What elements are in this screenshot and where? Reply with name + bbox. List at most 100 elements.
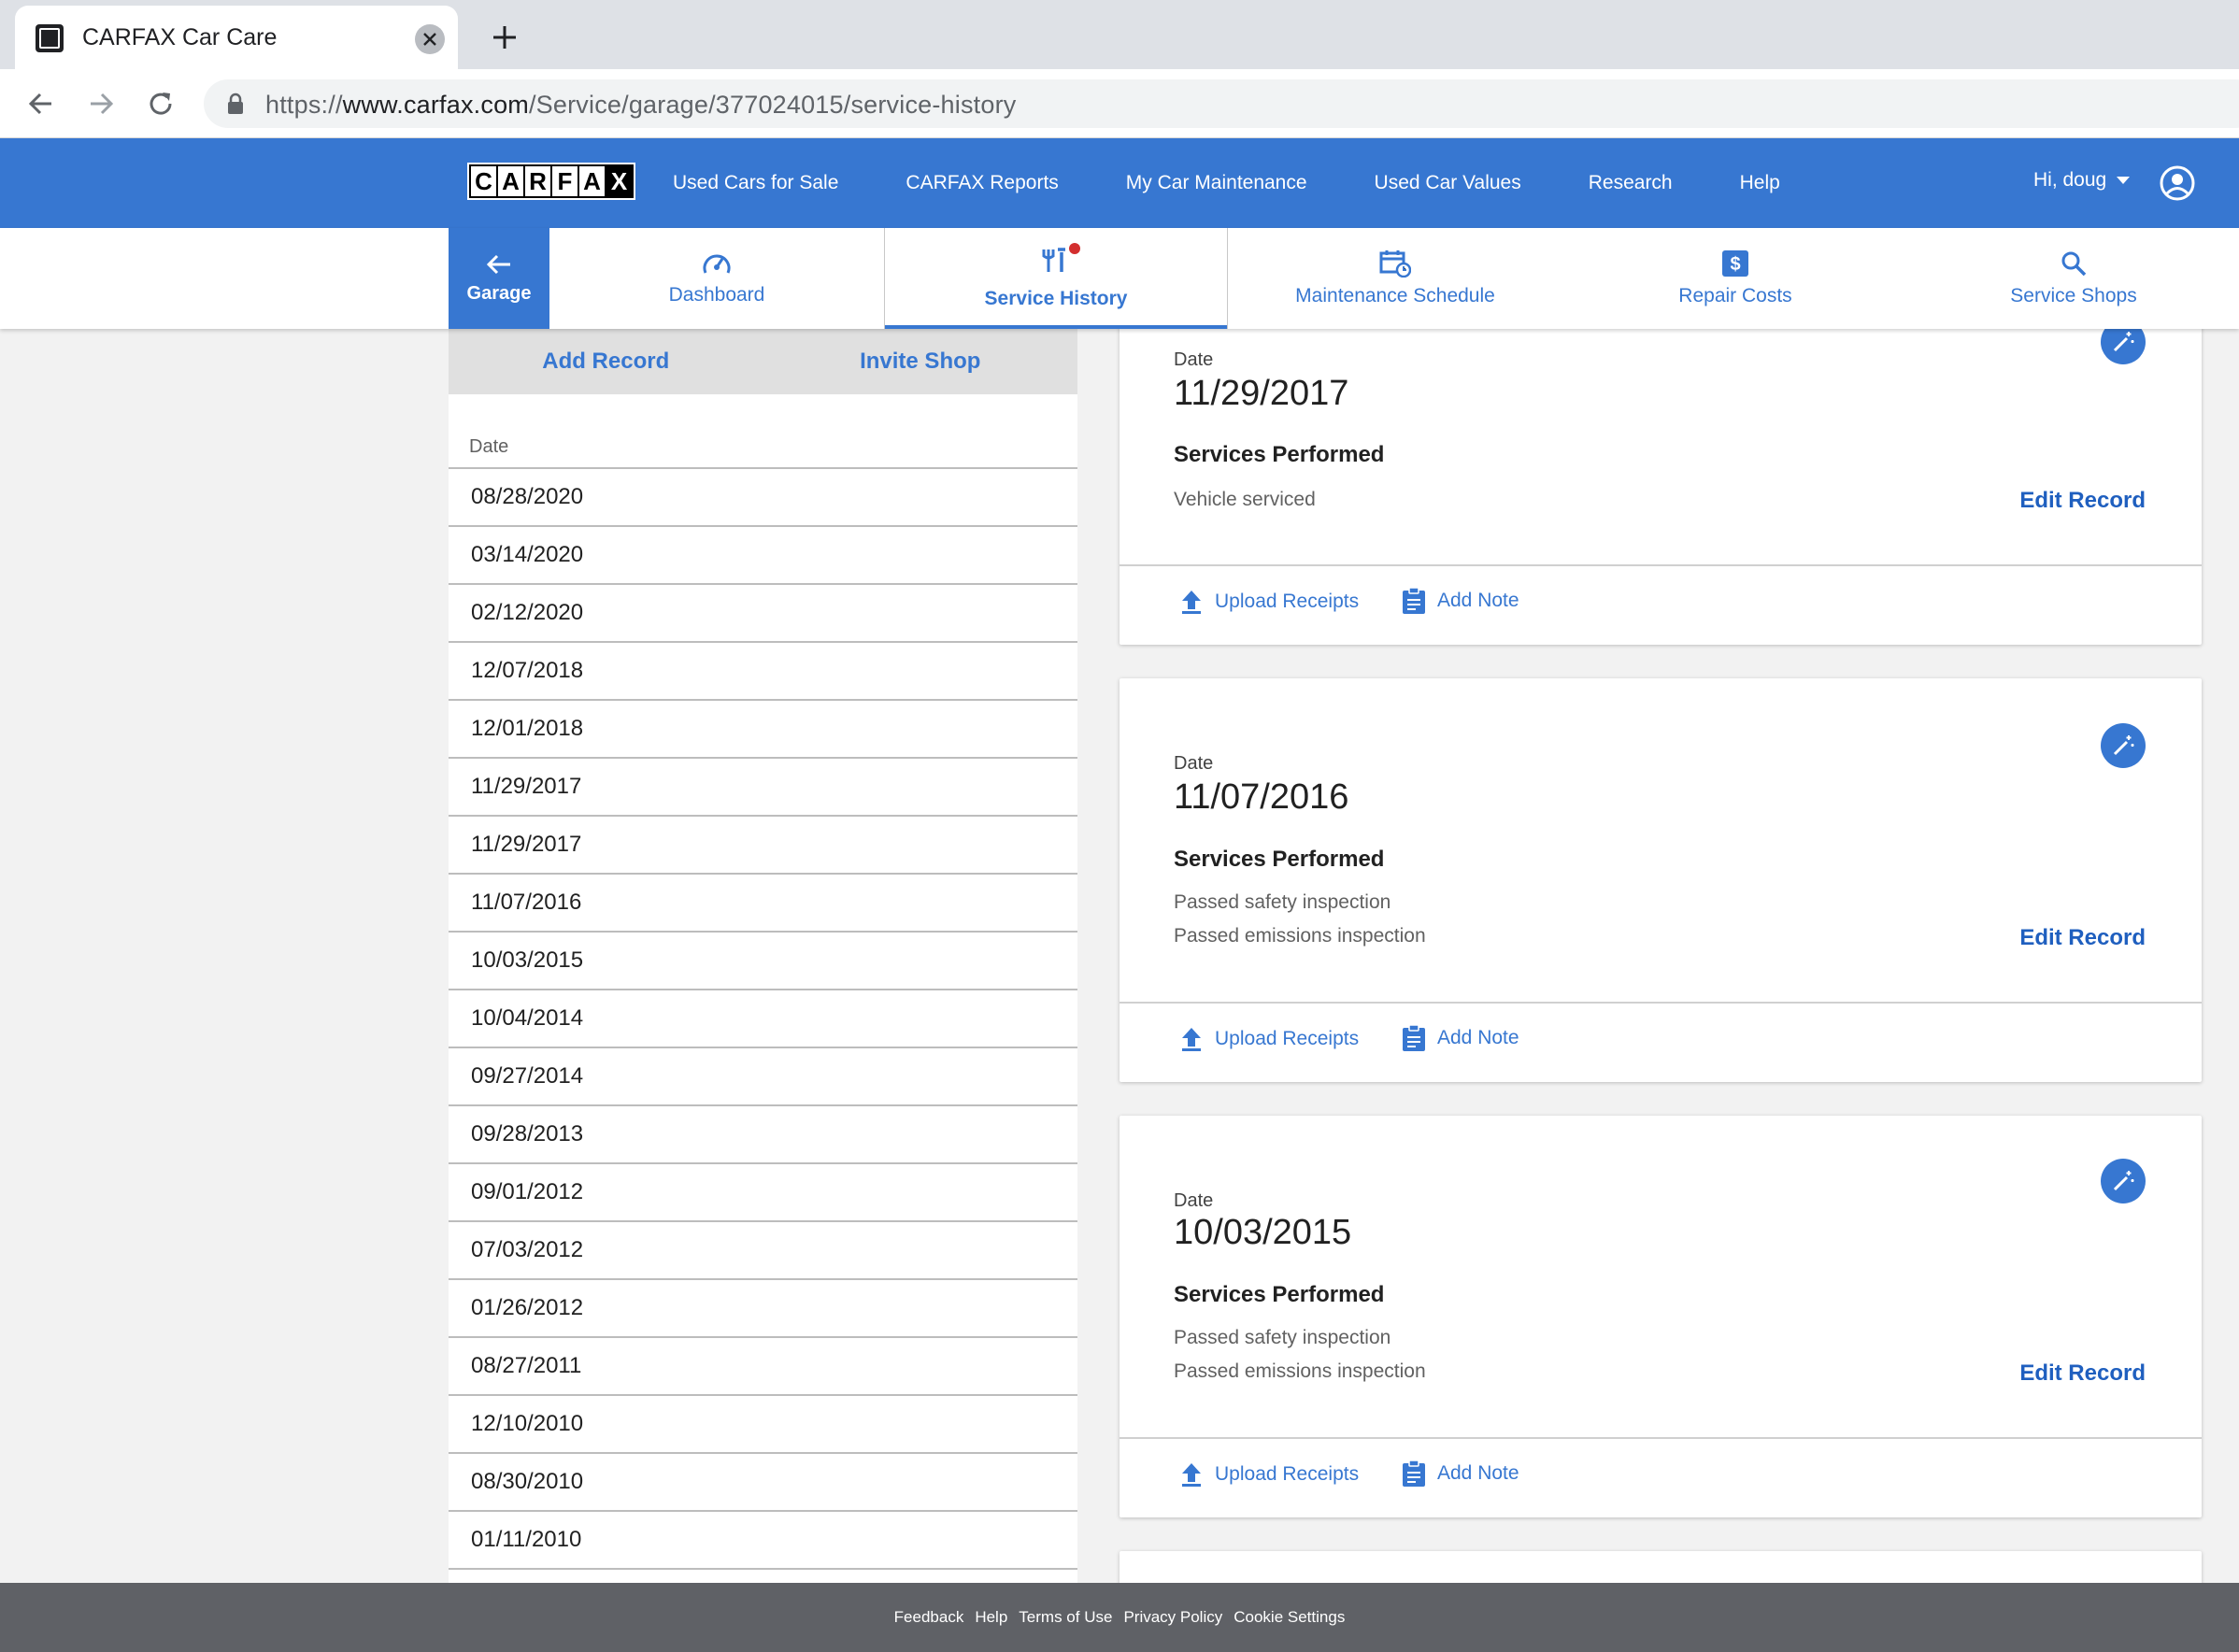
record-date: 10/03/2015 xyxy=(1174,1213,1352,1252)
edit-record-link[interactable]: Edit Record xyxy=(2019,925,2146,951)
browser-tab[interactable]: CARFAX Car Care xyxy=(15,6,458,69)
garage-back-button[interactable]: Garage xyxy=(449,228,549,329)
nav-help[interactable]: Help xyxy=(1740,172,1780,194)
upload-icon xyxy=(1182,591,1201,614)
user-menu[interactable]: Hi, doug xyxy=(2033,169,2131,192)
tab-repair-costs[interactable]: $ Repair Costs xyxy=(1562,228,1908,329)
clipboard-icon xyxy=(1403,1024,1425,1051)
main-nav: Used Cars for Sale CARFAX Reports My Car… xyxy=(673,138,1847,228)
service-record-card: Date 11/29/2017 Services Performed Vehic… xyxy=(1120,280,2202,645)
upload-receipts-button[interactable]: Upload Receipts xyxy=(1179,589,1359,615)
reload-icon[interactable] xyxy=(142,85,179,122)
carfax-logo[interactable]: CARFAX xyxy=(467,163,635,200)
tab-service-history[interactable]: Service History xyxy=(884,228,1228,329)
browser-tab-bar: CARFAX Car Care xyxy=(0,0,2239,69)
date-row[interactable]: 12/07/2018 xyxy=(449,643,1077,701)
speedometer-icon xyxy=(703,254,731,274)
nav-my-car-maintenance[interactable]: My Car Maintenance xyxy=(1126,172,1307,194)
upload-icon xyxy=(1182,1463,1201,1487)
date-row[interactable]: 02/12/2020 xyxy=(449,585,1077,643)
add-note-button[interactable]: Add Note xyxy=(1402,587,1519,615)
date-row[interactable]: 01/26/2012 xyxy=(449,1280,1077,1338)
edit-record-link[interactable]: Edit Record xyxy=(2019,1360,2146,1387)
svg-text:$: $ xyxy=(1730,254,1740,275)
service-item: Vehicle serviced xyxy=(1174,489,1316,510)
date-row[interactable]: 08/27/2011 xyxy=(449,1338,1077,1396)
date-row[interactable]: 03/14/2020 xyxy=(449,527,1077,585)
caret-down-icon xyxy=(2117,177,2131,184)
service-date-list: Add Record Invite Shop Date 08/28/2020 0… xyxy=(449,329,1077,1583)
nav-used-cars[interactable]: Used Cars for Sale xyxy=(673,172,838,194)
service-record-card: Date 10/03/2015 Services Performed Passe… xyxy=(1120,1116,2202,1517)
date-row[interactable]: 08/28/2020 xyxy=(449,469,1077,527)
footer-help-link[interactable]: Help xyxy=(975,1608,1007,1627)
date-row[interactable]: 09/01/2012 xyxy=(449,1164,1077,1222)
upload-icon xyxy=(1182,1028,1201,1051)
date-row[interactable] xyxy=(449,1570,1077,1583)
user-avatar-icon[interactable] xyxy=(2159,164,2196,202)
garage-label: Garage xyxy=(466,282,532,304)
forward-arrow-icon[interactable] xyxy=(82,85,120,122)
record-date: 11/07/2016 xyxy=(1174,777,1349,817)
edit-record-link[interactable]: Edit Record xyxy=(2019,488,2146,514)
back-arrow-icon[interactable] xyxy=(22,85,60,122)
list-actions: Add Record Invite Shop xyxy=(449,329,1077,394)
date-column-header: Date xyxy=(449,394,1077,469)
date-row[interactable]: 09/28/2013 xyxy=(449,1106,1077,1164)
date-row[interactable]: 10/03/2015 xyxy=(449,933,1077,990)
footer-privacy-link[interactable]: Privacy Policy xyxy=(1123,1608,1222,1627)
service-record-card: Date 11/07/2016 Services Performed Passe… xyxy=(1120,678,2202,1082)
service-item: Passed safety inspection xyxy=(1174,891,1391,913)
service-item: Passed emissions inspection xyxy=(1174,925,1426,947)
date-row[interactable]: 11/29/2017 xyxy=(449,817,1077,875)
date-label: Date xyxy=(1174,753,1214,774)
date-row[interactable]: 11/29/2017 xyxy=(449,759,1077,817)
card-actions: Upload Receipts Add Note xyxy=(1120,1002,2202,1082)
nav-used-car-values[interactable]: Used Car Values xyxy=(1375,172,1521,194)
footer-cookie-settings-link[interactable]: Cookie Settings xyxy=(1234,1608,1345,1627)
carfax-favicon-icon xyxy=(36,24,64,52)
notification-dot xyxy=(1069,243,1080,254)
services-performed-title: Services Performed xyxy=(1174,442,1385,467)
nav-research[interactable]: Research xyxy=(1589,172,1673,194)
new-tab-plus-icon[interactable] xyxy=(486,19,523,56)
tab-maintenance-schedule[interactable]: Maintenance Schedule xyxy=(1228,228,1562,329)
services-performed-title: Services Performed xyxy=(1174,847,1385,872)
tab-dashboard[interactable]: Dashboard xyxy=(549,228,884,329)
add-note-button[interactable]: Add Note xyxy=(1402,1024,1519,1052)
card-actions: Upload Receipts Add Note xyxy=(1120,1437,2202,1517)
date-row[interactable]: 07/03/2012 xyxy=(449,1222,1077,1280)
date-row[interactable]: 09/27/2014 xyxy=(449,1048,1077,1106)
date-label: Date xyxy=(1174,1190,1214,1211)
upload-receipts-button[interactable]: Upload Receipts xyxy=(1179,1026,1359,1052)
date-row[interactable]: 12/10/2010 xyxy=(449,1396,1077,1454)
back-arrow-icon xyxy=(486,254,510,274)
close-tab-icon[interactable] xyxy=(415,24,445,54)
address-bar[interactable]: https://www.carfax.com/Service/garage/37… xyxy=(204,79,2239,128)
vehicle-subnav: Garage Dashboard Service History Mainten… xyxy=(0,228,2239,329)
clipboard-icon xyxy=(1403,1460,1425,1487)
date-row[interactable]: 11/07/2016 xyxy=(449,875,1077,933)
services-performed-title: Services Performed xyxy=(1174,1282,1385,1307)
date-row[interactable]: 10/04/2014 xyxy=(449,990,1077,1048)
browser-toolbar: https://www.carfax.com/Service/garage/37… xyxy=(0,69,2239,138)
date-row[interactable]: 01/11/2010 xyxy=(449,1512,1077,1570)
add-record-button[interactable]: Add Record xyxy=(449,329,763,394)
magic-wand-icon[interactable] xyxy=(2101,723,2146,768)
tools-icon xyxy=(1042,248,1065,272)
dollar-icon: $ xyxy=(1722,250,1748,277)
footer-feedback-link[interactable]: Feedback xyxy=(894,1608,964,1627)
tab-title: CARFAX Car Care xyxy=(82,24,278,50)
nav-carfax-reports[interactable]: CARFAX Reports xyxy=(906,172,1058,194)
footer-terms-link[interactable]: Terms of Use xyxy=(1019,1608,1112,1627)
lock-icon xyxy=(228,93,243,114)
date-row[interactable]: 08/30/2010 xyxy=(449,1454,1077,1512)
url-text: https://www.carfax.com/Service/garage/37… xyxy=(265,91,1017,119)
upload-receipts-button[interactable]: Upload Receipts xyxy=(1179,1461,1359,1488)
date-row[interactable]: 12/01/2018 xyxy=(449,701,1077,759)
user-greeting: Hi, doug xyxy=(2033,169,2107,191)
add-note-button[interactable]: Add Note xyxy=(1402,1460,1519,1488)
magic-wand-icon[interactable] xyxy=(2101,1159,2146,1203)
invite-shop-button[interactable]: Invite Shop xyxy=(763,329,1078,394)
tab-service-shops[interactable]: Service Shops xyxy=(1908,228,2239,329)
